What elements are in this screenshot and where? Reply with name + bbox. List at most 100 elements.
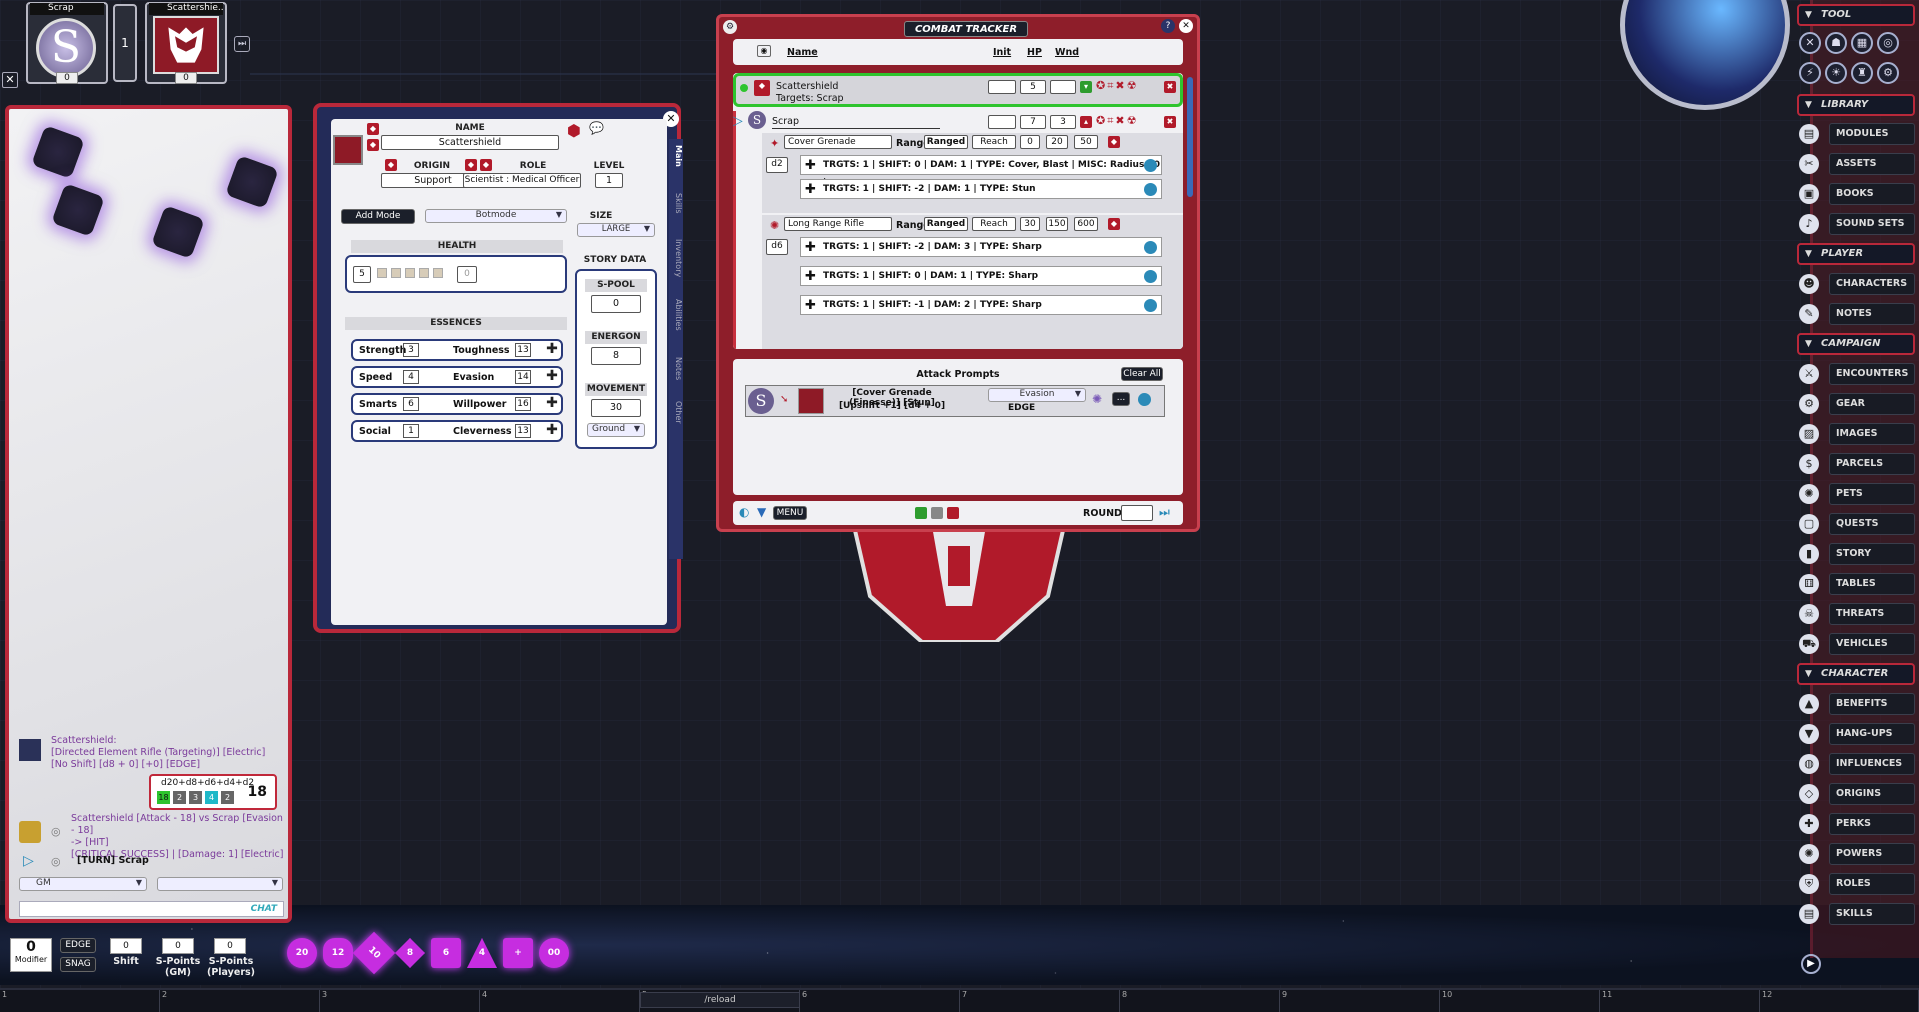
- calendar-icon[interactable]: ▦: [1851, 32, 1873, 54]
- tab-abilities[interactable]: Abilities: [669, 299, 683, 331]
- close-icon[interactable]: ✕: [2, 72, 18, 88]
- name-field[interactable]: Scattershield: [381, 135, 559, 150]
- combatant-row-active[interactable]: ▷ S Scrap 7 3 ▴ ✪⌗✖☢ ✖ ✦ Cover Grenade R…: [733, 111, 1183, 349]
- tab-skills[interactable]: Skills: [669, 193, 683, 214]
- spool-field[interactable]: 0: [591, 295, 641, 313]
- wnd-column[interactable]: Wnd: [1055, 47, 1079, 58]
- size-select[interactable]: LARGE: [577, 223, 655, 237]
- character-portrait-icon[interactable]: [333, 135, 363, 165]
- filter-icon[interactable]: ▼: [757, 505, 766, 519]
- hidden-eye-icon[interactable]: ◎: [51, 825, 61, 838]
- range-value[interactable]: 50: [1074, 135, 1098, 149]
- more-button[interactable]: ...: [1112, 392, 1130, 406]
- sidebar-item-pets[interactable]: ✺ PETS: [1799, 482, 1915, 506]
- energon-field[interactable]: 8: [591, 347, 641, 365]
- role-field[interactable]: Scientist : Medical Officer: [463, 173, 581, 188]
- color-icon[interactable]: ◎: [1877, 32, 1899, 54]
- damage-die[interactable]: d6: [766, 239, 788, 255]
- d12-icon[interactable]: 12: [323, 938, 353, 968]
- identity-select[interactable]: GM: [19, 877, 147, 891]
- add-icon[interactable]: ✚: [545, 369, 559, 384]
- attack-line[interactable]: ✚ TRGTS: 1 | SHIFT: -2 | DAM: 3 | TYPE: S…: [800, 237, 1162, 257]
- effects-icon[interactable]: ⚡: [1799, 62, 1821, 84]
- sidebar-header-campaign[interactable]: CAMPAIGN: [1797, 333, 1915, 355]
- neutral-filter-icon[interactable]: [931, 507, 943, 519]
- sidebar-item-tables[interactable]: ⚅ TABLES: [1799, 572, 1915, 596]
- sidebar-item-threats[interactable]: ☠ THREATS: [1799, 602, 1915, 626]
- shift-value[interactable]: 0: [110, 938, 142, 954]
- sidebar-item-assets[interactable]: ✂ ASSETS: [1799, 152, 1915, 176]
- defense-select[interactable]: Evasion: [988, 388, 1086, 402]
- health-pip[interactable]: [419, 268, 429, 278]
- attack-prompt[interactable]: S ➘ [Cover Grenade (Finesse)] [Stun] [Up…: [745, 385, 1165, 417]
- hotbar-slot[interactable]: 4: [480, 990, 640, 1012]
- hotbar-slot[interactable]: 12: [1760, 990, 1919, 1012]
- movement-field[interactable]: 30: [591, 399, 641, 417]
- sidebar-item-books[interactable]: ▣ BOOKS: [1799, 182, 1915, 206]
- wnd-field[interactable]: [1050, 80, 1076, 94]
- range-type[interactable]: Ranged: [924, 135, 968, 149]
- language-select[interactable]: [157, 877, 283, 891]
- hotbar-slot[interactable]: 10: [1440, 990, 1600, 1012]
- mode-select[interactable]: Botmode: [425, 209, 567, 223]
- chat-input[interactable]: CHAT: [19, 901, 284, 917]
- lock-icon[interactable]: ⚙: [723, 20, 737, 34]
- chat-send-label[interactable]: CHAT: [251, 904, 277, 914]
- lighting-icon[interactable]: ☀: [1825, 62, 1847, 84]
- name-column[interactable]: Name: [787, 47, 818, 58]
- add-icon[interactable]: ✚: [545, 423, 559, 438]
- next-round-icon[interactable]: ⏭: [1159, 505, 1170, 520]
- target-icon[interactable]: ✕: [1799, 32, 1821, 54]
- d6-icon[interactable]: 6: [431, 938, 461, 968]
- scrollbar[interactable]: [1187, 77, 1193, 197]
- sidebar-item-gear[interactable]: ⚙ GEAR: [1799, 392, 1915, 416]
- next-turn-icon[interactable]: ⏭: [234, 36, 250, 52]
- dice-tower-icon[interactable]: ♜: [1851, 62, 1873, 84]
- sidebar-item-sound-sets[interactable]: ♪ SOUND SETS: [1799, 212, 1915, 236]
- sidebar-item-influences[interactable]: ◍ INFLUENCES: [1799, 752, 1915, 776]
- sidebar-header-character[interactable]: CHARACTER: [1797, 663, 1915, 685]
- foe-icon[interactable]: ▴: [1080, 116, 1092, 128]
- sidebar-item-images[interactable]: ▨ IMAGES: [1799, 422, 1915, 446]
- sidebar-header-player[interactable]: PLAYER: [1797, 243, 1915, 265]
- sidebar-header-library[interactable]: LIBRARY: [1797, 94, 1915, 116]
- add-icon[interactable]: ✚: [545, 342, 559, 357]
- snag-button[interactable]: SNAG: [60, 957, 96, 972]
- link-icon[interactable]: ◆: [480, 159, 492, 171]
- range-type[interactable]: Ranged: [924, 217, 968, 231]
- attack-line[interactable]: ✚ TRGTS: 1 | SHIFT: 0 | DAM: 1 | TYPE: Co…: [800, 155, 1162, 188]
- friend-icon[interactable]: ▾: [1080, 81, 1092, 93]
- tab-other[interactable]: Other: [669, 401, 683, 424]
- gear-icon[interactable]: ✺: [1092, 392, 1102, 406]
- d100-icon[interactable]: 00: [539, 938, 569, 968]
- hotbar-slot[interactable]: 2: [160, 990, 320, 1012]
- link-icon[interactable]: ◆: [465, 159, 477, 171]
- sidebar-item-notes[interactable]: ✎ NOTES: [1799, 302, 1915, 326]
- edge-button[interactable]: EDGE: [60, 938, 96, 953]
- portrait-scattershield[interactable]: Scattershie... 0: [145, 2, 227, 84]
- roll-icon[interactable]: [1138, 393, 1151, 406]
- combatant-name[interactable]: Scattershield: [776, 81, 838, 92]
- foe-filter-icon[interactable]: [947, 507, 959, 519]
- attack-line[interactable]: ✚ TRGTS: 1 | SHIFT: -2 | DAM: 1 | TYPE: S…: [800, 179, 1162, 199]
- s-points-gm-value[interactable]: 0: [162, 938, 194, 954]
- hotbar-slot[interactable]: 8: [1120, 990, 1280, 1012]
- d2-icon[interactable]: +: [503, 938, 533, 968]
- sidebar-item-origins[interactable]: ◇ ORIGINS: [1799, 782, 1915, 806]
- portrait-scrap[interactable]: Scrap S 0: [26, 2, 108, 84]
- modifier-box[interactable]: 0 Modifier: [10, 938, 52, 972]
- sidebar-item-perks[interactable]: ✚ PERKS: [1799, 812, 1915, 836]
- visibility-icon[interactable]: ◉: [757, 45, 771, 57]
- sidebar-item-benefits[interactable]: ▲ BENEFITS: [1799, 692, 1915, 716]
- sidebar-item-parcels[interactable]: $ PARCELS: [1799, 452, 1915, 476]
- wnd-field[interactable]: 3: [1050, 115, 1076, 129]
- weapon-delete-icon[interactable]: ◆: [1108, 136, 1120, 148]
- speaker-icon[interactable]: ◐: [739, 505, 749, 519]
- faction-icon[interactable]: ⬢: [567, 121, 587, 141]
- sidebar-item-modules[interactable]: ▤ MODULES: [1799, 122, 1915, 146]
- turn-arrow-icon[interactable]: ▷: [733, 113, 748, 129]
- hp-field[interactable]: 5: [1020, 80, 1046, 94]
- add-mode-button[interactable]: Add Mode: [341, 209, 415, 224]
- close-icon[interactable]: ✕: [1179, 19, 1193, 33]
- delete-icon[interactable]: ✖: [1164, 116, 1176, 128]
